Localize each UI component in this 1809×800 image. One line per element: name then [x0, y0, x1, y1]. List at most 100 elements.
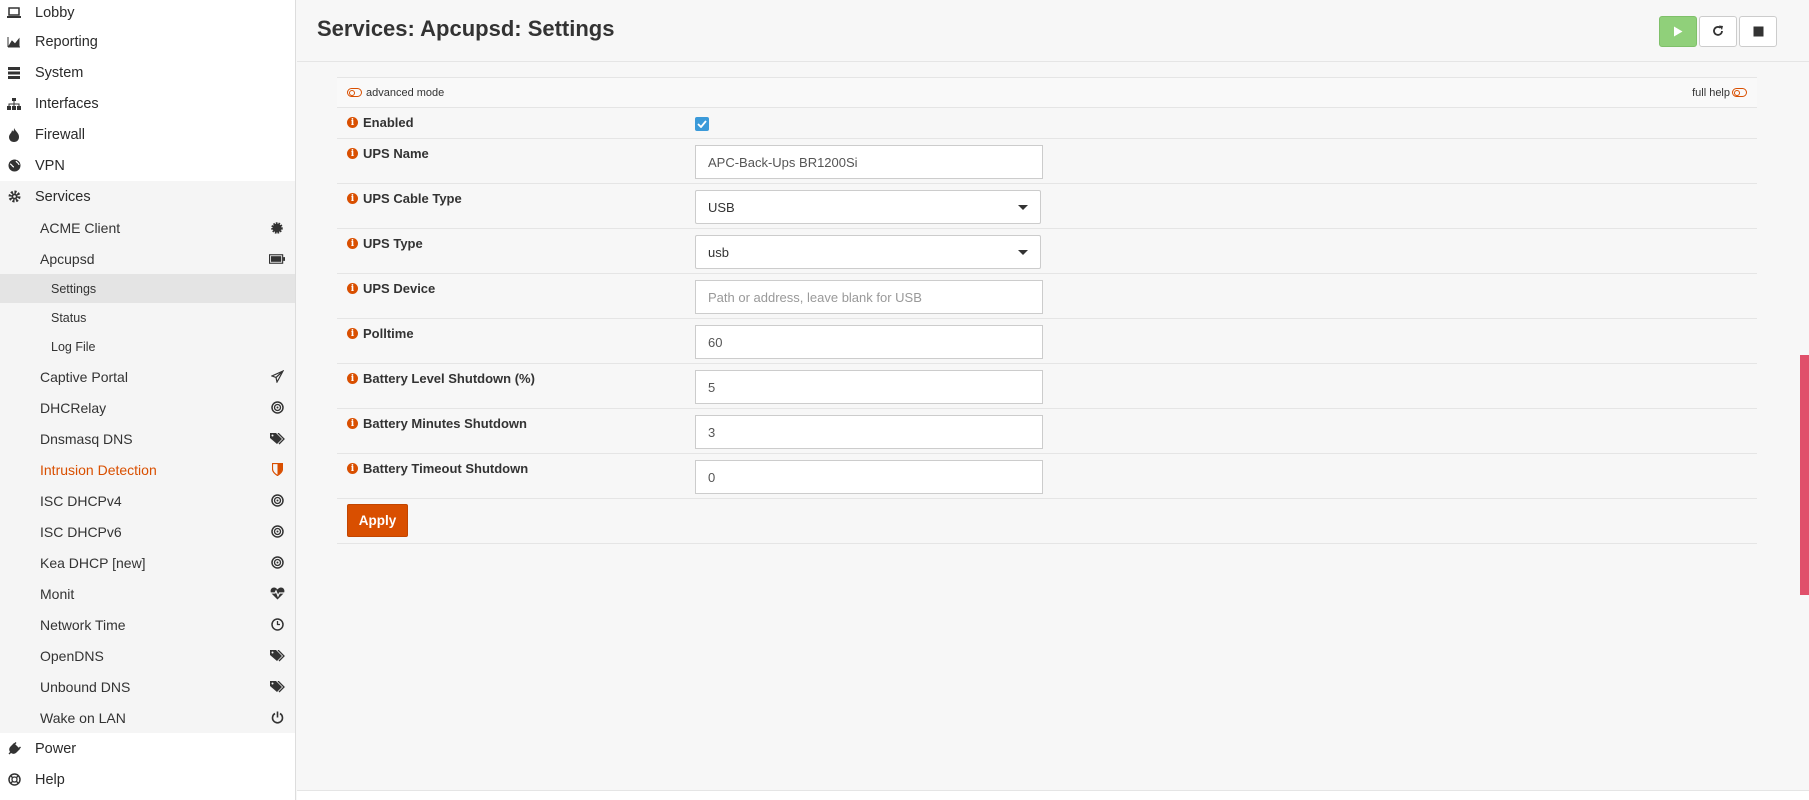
caret-down-icon [1018, 249, 1028, 255]
sidebar-item-dhcrelay[interactable]: DHCRelay [0, 392, 295, 423]
nav-lobby-label: Lobby [35, 5, 75, 21]
sidebar-subitem-label: Settings [51, 281, 97, 296]
sidebar-item-isc-dhcpv6[interactable]: ISC DHCPv6 [0, 516, 295, 547]
nav-services[interactable]: Services [0, 181, 295, 212]
laptop-icon [6, 5, 22, 21]
battery-minutes-label: Battery Minutes Shutdown [363, 416, 527, 431]
ups-name-input[interactable]: APC-Back-Ups BR1200Si [695, 145, 1043, 179]
row-ups-name: i UPS Name APC-Back-Ups BR1200Si [337, 139, 1757, 184]
row-ups-device: i UPS Device Path or address, leave blan… [337, 274, 1757, 319]
apply-button[interactable]: Apply [347, 504, 408, 537]
row-battery-minutes-shutdown: i Battery Minutes Shutdown 3 [337, 409, 1757, 454]
nav-help-label: Help [35, 771, 65, 788]
row-battery-timeout-shutdown: i Battery Timeout Shutdown 0 [337, 454, 1757, 499]
info-icon[interactable]: i [347, 418, 358, 429]
restart-service-button[interactable] [1699, 16, 1737, 47]
sidebar-item-label: ISC DHCPv6 [40, 523, 122, 540]
stop-service-button[interactable] [1739, 16, 1777, 47]
nav-help[interactable]: Help [0, 764, 295, 795]
sidebar-item-label: Dnsmasq DNS [40, 430, 133, 447]
plug-icon [6, 741, 22, 757]
sidebar-item-acme-client[interactable]: ACME Client [0, 212, 295, 243]
background-window-edge [1800, 355, 1809, 595]
battery-icon [269, 251, 285, 267]
toggle-off-icon [347, 88, 362, 98]
area-chart-icon [6, 34, 22, 50]
sidebar-item-label: Intrusion Detection [40, 461, 157, 478]
ups-type-select[interactable]: usb [695, 235, 1041, 269]
sidebar-item-monit[interactable]: Monit [0, 578, 295, 609]
sidebar-item-opendns[interactable]: OpenDNS [0, 640, 295, 671]
mode-row: advanced mode full help [337, 77, 1757, 108]
nav-interfaces[interactable]: Interfaces [0, 88, 295, 119]
ups-device-input[interactable]: Path or address, leave blank for USB [695, 280, 1043, 314]
sidebar-item-unbound-dns[interactable]: Unbound DNS [0, 671, 295, 702]
sidebar-item-network-time[interactable]: Network Time [0, 609, 295, 640]
info-icon[interactable]: i [347, 373, 358, 384]
sidebar-subitem-status[interactable]: Status [0, 303, 295, 332]
row-enabled: i Enabled [337, 108, 1757, 139]
sidebar-subitem-settings[interactable]: Settings [0, 274, 295, 303]
main-content: Services: Apcupsd: Settings advanced mod… [297, 0, 1809, 790]
bullseye-icon [269, 555, 285, 571]
enabled-checkbox[interactable] [695, 117, 709, 131]
sidebar-subitem-log-file[interactable]: Log File [0, 332, 295, 361]
field-label: i Battery Timeout Shutdown [347, 461, 528, 476]
nav-vpn-label: VPN [35, 157, 65, 174]
field-label: i Enabled [347, 115, 414, 130]
info-icon[interactable]: i [347, 193, 358, 204]
polltime-input[interactable]: 60 [695, 325, 1043, 359]
sidebar-item-isc-dhcpv4[interactable]: ISC DHCPv4 [0, 485, 295, 516]
ups-device-label: UPS Device [363, 281, 436, 296]
info-icon[interactable]: i [347, 238, 358, 249]
row-ups-cable-type: i UPS Cable Type USB [337, 184, 1757, 229]
nav-interfaces-label: Interfaces [35, 95, 99, 112]
sidebar-item-label: Apcupsd [40, 250, 95, 267]
info-icon[interactable]: i [347, 283, 358, 294]
nav-services-label: Services [35, 188, 91, 205]
full-help-toggle[interactable]: full help [1692, 87, 1747, 99]
field-label: i Battery Level Shutdown (%) [347, 371, 535, 386]
battery-level-input[interactable]: 5 [695, 370, 1043, 404]
ups-cable-type-select[interactable]: USB [695, 190, 1041, 224]
bullseye-icon [269, 493, 285, 509]
bullseye-icon [269, 400, 285, 416]
battery-timeout-input[interactable]: 0 [695, 460, 1043, 494]
ups-cable-type-value: USB [708, 199, 735, 215]
sidebar-item-label: Network Time [40, 616, 126, 633]
field-label: i UPS Device [347, 281, 435, 296]
sidebar-item-kea-dhcp[interactable]: Kea DHCP [new] [0, 547, 295, 578]
info-icon[interactable]: i [347, 463, 358, 474]
advanced-mode-toggle[interactable]: advanced mode [347, 87, 444, 99]
ups-type-label: UPS Type [363, 236, 423, 251]
sidebar-item-dnsmasq-dns[interactable]: Dnsmasq DNS [0, 423, 295, 454]
info-icon[interactable]: i [347, 148, 358, 159]
sidebar-item-wake-on-lan[interactable]: Wake on LAN [0, 702, 295, 733]
clock-icon [269, 617, 285, 633]
full-help-label: full help [1692, 86, 1730, 99]
sidebar-item-label: Monit [40, 585, 75, 602]
nav-reporting[interactable]: Reporting [0, 26, 295, 57]
shield-icon [269, 462, 285, 478]
refresh-icon [1712, 24, 1724, 40]
nav-system[interactable]: System [0, 57, 295, 88]
sidebar-item-captive-portal[interactable]: Captive Portal [0, 361, 295, 392]
info-icon[interactable]: i [347, 117, 358, 128]
caret-down-icon [1018, 204, 1028, 210]
sidebar-item-apcupsd[interactable]: Apcupsd [0, 243, 295, 274]
nav-power[interactable]: Power [0, 733, 295, 764]
nav-firewall[interactable]: Firewall [0, 119, 295, 150]
globe-icon [6, 158, 22, 174]
sidebar-item-label: Captive Portal [40, 368, 128, 385]
sidebar-item-intrusion-detection[interactable]: Intrusion Detection [0, 454, 295, 485]
nav-vpn[interactable]: VPN [0, 150, 295, 181]
battery-minutes-input[interactable]: 3 [695, 415, 1043, 449]
tags-icon [269, 648, 285, 664]
field-label: i Polltime [347, 326, 414, 341]
nav-lobby[interactable]: Lobby [0, 0, 295, 26]
tags-icon [269, 431, 285, 447]
advanced-mode-label: advanced mode [366, 86, 445, 99]
info-icon[interactable]: i [347, 328, 358, 339]
start-service-button[interactable] [1659, 16, 1697, 47]
fire-icon [6, 127, 22, 143]
